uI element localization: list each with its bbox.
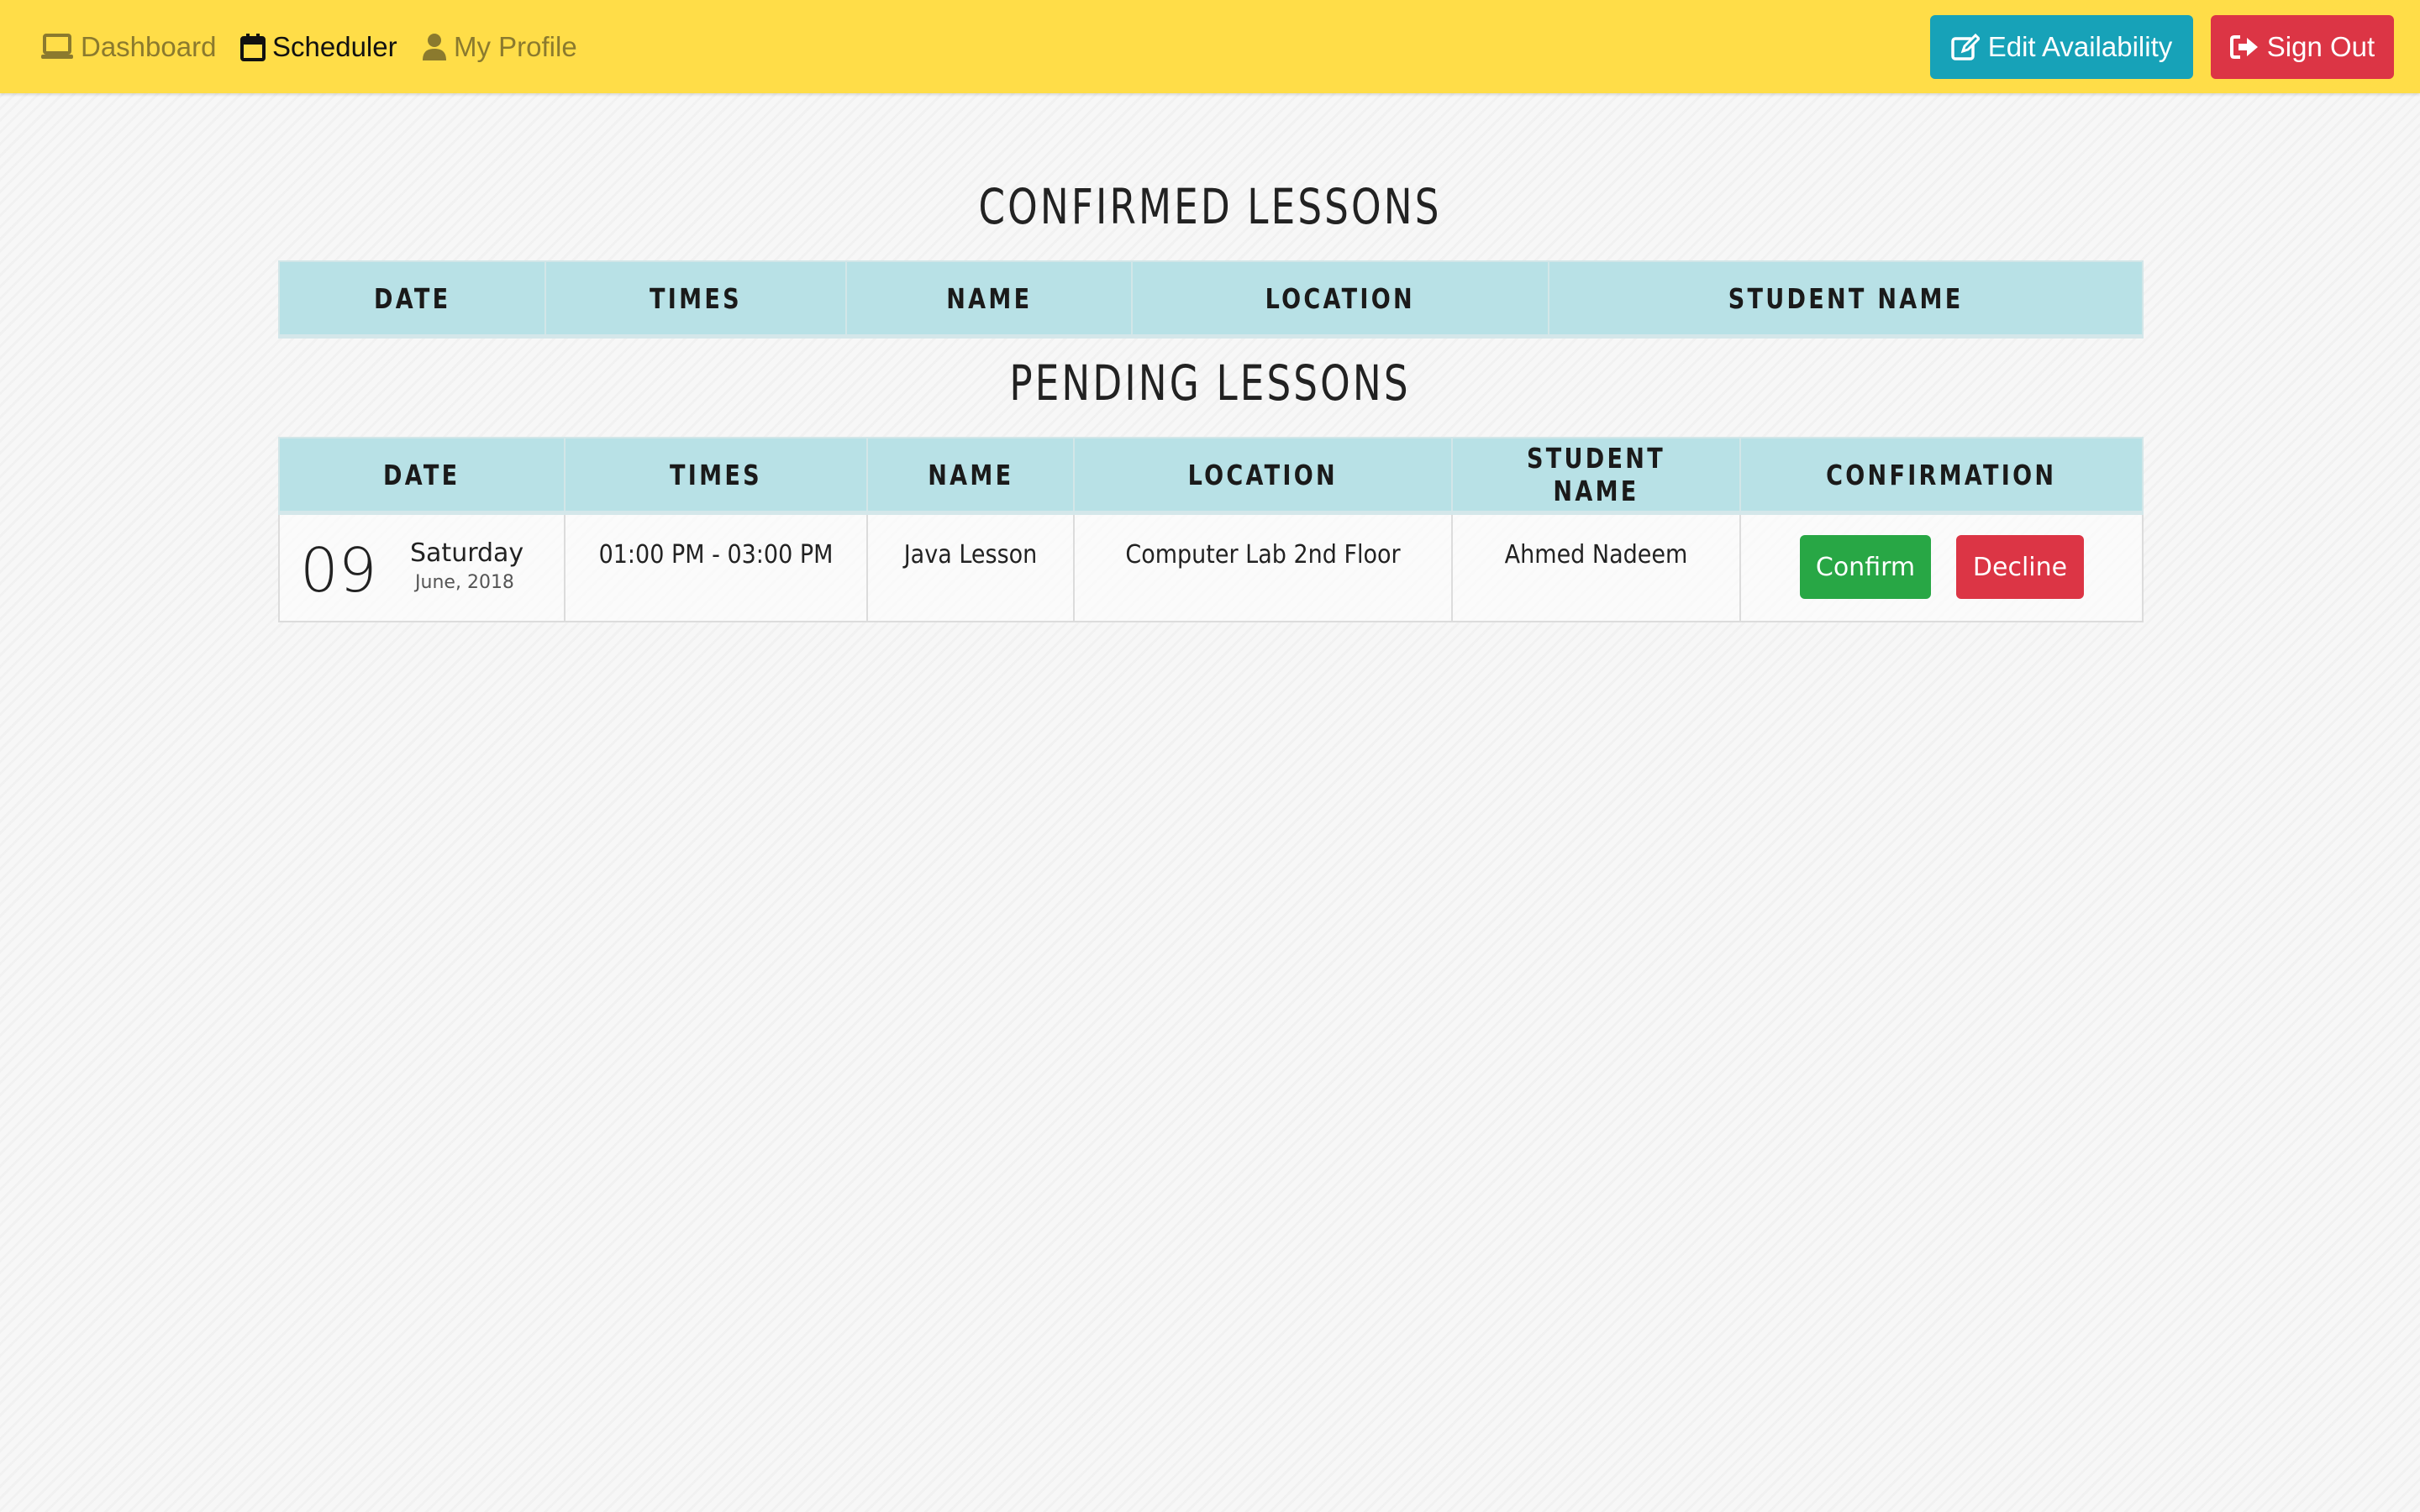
lesson-day: 09 bbox=[300, 535, 377, 606]
lesson-month-year: June, 2018 bbox=[415, 572, 514, 593]
column-header-times: TIMES bbox=[564, 437, 868, 515]
lesson-student-name: Ahmed Nadeem bbox=[1504, 540, 1688, 570]
table-row: 09 Saturday June, 2018 01:00 PM - 03:00 … bbox=[278, 512, 2144, 622]
edit-availability-label: Edit Availability bbox=[1987, 31, 2173, 62]
lesson-name-cell: Java Lesson bbox=[866, 512, 1075, 622]
pending-lessons-title: PENDING LESSONS bbox=[1009, 354, 1411, 412]
nav-profile-link[interactable]: My Profile bbox=[422, 25, 577, 69]
lesson-weekday: Saturday bbox=[410, 538, 524, 568]
column-header-confirmation: CONFIRMATION bbox=[1739, 437, 2144, 515]
nav-dashboard-link[interactable]: Dashboard bbox=[40, 25, 216, 69]
column-header-name: NAME bbox=[845, 260, 1133, 339]
sign-out-button[interactable]: Sign Out bbox=[2211, 15, 2394, 79]
confirmed-lessons-table: DATE TIMES NAME LOCATION STUDENT NAME bbox=[278, 260, 2144, 339]
edit-availability-button[interactable]: Edit Availability bbox=[1930, 15, 2193, 79]
column-header-location: LOCATION bbox=[1131, 260, 1549, 339]
column-header-date: DATE bbox=[278, 260, 546, 339]
edit-icon bbox=[1950, 33, 1980, 61]
lesson-times: 01:00 PM - 03:00 PM bbox=[598, 540, 834, 570]
laptop-icon bbox=[40, 33, 74, 61]
lesson-name: Java Lesson bbox=[903, 540, 1038, 570]
pending-lessons-table: DATE TIMES NAME LOCATION STUDENT NAME CO… bbox=[278, 437, 2144, 622]
nav-scheduler-link[interactable]: Scheduler bbox=[240, 25, 397, 69]
user-icon bbox=[422, 33, 447, 61]
lesson-times-cell: 01:00 PM - 03:00 PM bbox=[564, 512, 868, 622]
column-header-student-name: STUDENT NAME bbox=[1451, 437, 1741, 515]
lesson-confirmation-cell: Confirm Decline bbox=[1739, 512, 2144, 622]
table-header-row: DATE TIMES NAME LOCATION STUDENT NAME bbox=[278, 260, 2144, 339]
calendar-icon bbox=[240, 33, 266, 61]
lesson-location: Computer Lab 2nd Floor bbox=[1125, 540, 1401, 570]
nav-dashboard-label: Dashboard bbox=[81, 31, 217, 62]
nav-scheduler-label: Scheduler bbox=[272, 31, 397, 62]
lesson-student-cell: Ahmed Nadeem bbox=[1451, 512, 1741, 622]
column-header-student-name: STUDENT NAME bbox=[1548, 260, 2144, 339]
lesson-location-cell: Computer Lab 2nd Floor bbox=[1073, 512, 1453, 622]
column-header-location: LOCATION bbox=[1073, 437, 1453, 515]
confirmed-lessons-title: CONFIRMED LESSONS bbox=[978, 178, 1442, 235]
decline-button[interactable]: Decline bbox=[1956, 535, 2084, 599]
table-header-row: DATE TIMES NAME LOCATION STUDENT NAME CO… bbox=[278, 437, 2144, 515]
sign-out-icon bbox=[2229, 34, 2259, 60]
nav-profile-label: My Profile bbox=[454, 31, 577, 62]
lesson-date-cell: 09 Saturday June, 2018 bbox=[278, 512, 566, 622]
column-header-name: NAME bbox=[866, 437, 1075, 515]
sign-out-label: Sign Out bbox=[2266, 31, 2375, 62]
column-header-times: TIMES bbox=[544, 260, 847, 339]
confirm-button[interactable]: Confirm bbox=[1800, 535, 1931, 599]
column-header-date: DATE bbox=[278, 437, 566, 515]
navbar: Dashboard Scheduler My Profile Edit Avai… bbox=[0, 0, 2420, 93]
